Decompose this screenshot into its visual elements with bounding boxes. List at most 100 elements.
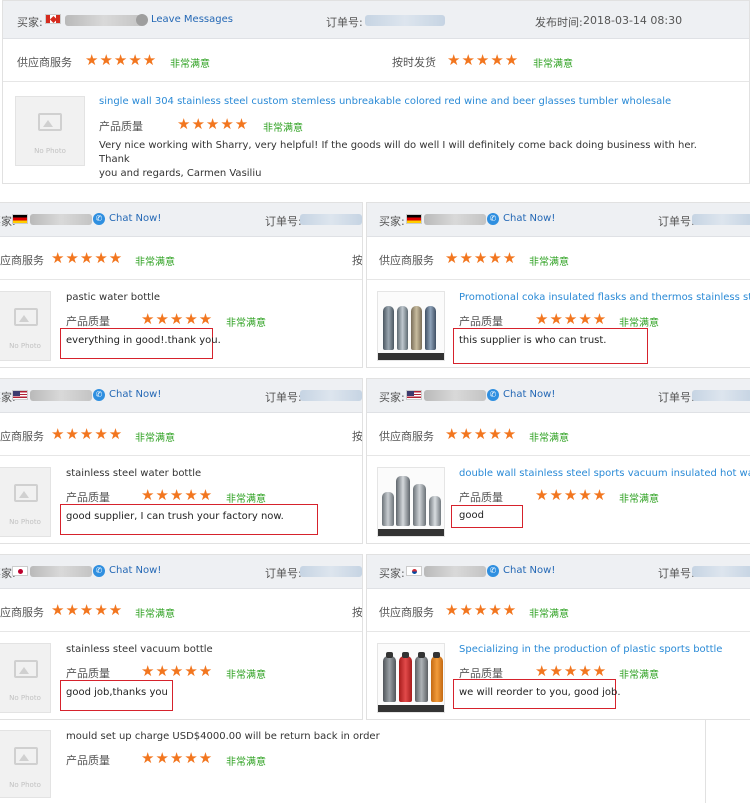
review-comment: good supplier, I can trush your factory … bbox=[66, 511, 284, 522]
order-number-masked bbox=[365, 15, 445, 26]
product-image-placeholder: No Photo bbox=[0, 291, 51, 361]
product-quality-rating: 非常满意 bbox=[263, 123, 303, 134]
product-name: stainless steel vacuum bottle bbox=[66, 644, 213, 655]
buyer-label: 买家: bbox=[379, 215, 405, 228]
supplier-service-stars: ★★★★★ bbox=[445, 601, 518, 619]
buyer-label: 买家: bbox=[379, 567, 405, 580]
product-quality-label: 产品质量 bbox=[66, 667, 110, 680]
flag-usa-icon bbox=[406, 390, 422, 400]
review-card-right-1: 买家: ✆ Chat Now! 订单号: 供应商服务 ★★★★★ 非常满意 Pr… bbox=[366, 202, 750, 368]
supplier-service-stars: ★★★★★ bbox=[51, 601, 124, 619]
review-card-left-3: 买家: ✆ Chat Now! 订单号: 应商服务 ★★★★★ 非常满意 按 N… bbox=[0, 554, 363, 720]
chat-icon[interactable]: ✆ bbox=[487, 389, 499, 401]
buyer-label: 买家: bbox=[17, 16, 43, 29]
no-photo-text: No Photo bbox=[9, 342, 41, 350]
supplier-service-label: 供应商服务 bbox=[379, 606, 434, 619]
buyer-name-masked bbox=[424, 566, 486, 577]
publish-time-label: 发布时间: bbox=[535, 16, 583, 29]
supplier-service-rating: 非常满意 bbox=[170, 59, 210, 70]
chat-icon[interactable]: ✆ bbox=[487, 565, 499, 577]
product-quality-rating: 非常满意 bbox=[226, 318, 266, 329]
supplier-service-label: 应商服务 bbox=[0, 606, 44, 619]
review-card-right-3: 买家: ✆ Chat Now! 订单号: 供应商服务 ★★★★★ 非常满意 Sp… bbox=[366, 554, 750, 720]
chat-now-link[interactable]: Chat Now! bbox=[109, 213, 161, 224]
product-quality-rating: 非常满意 bbox=[619, 494, 659, 505]
supplier-service-rating: 非常满意 bbox=[529, 609, 569, 620]
product-quality-stars: ★★★★★ bbox=[535, 310, 608, 328]
leave-messages-link[interactable]: Leave Messages bbox=[151, 14, 233, 25]
review-card-last: No Photo mould set up charge USD$4000.00… bbox=[0, 720, 706, 803]
supplier-service-label: 应商服务 bbox=[0, 254, 44, 267]
buyer-name-masked bbox=[65, 15, 143, 26]
chat-now-link[interactable]: Chat Now! bbox=[109, 565, 161, 576]
product-image-placeholder: No Photo bbox=[0, 643, 51, 713]
chat-icon[interactable]: ✆ bbox=[487, 213, 499, 225]
chat-icon[interactable]: ✆ bbox=[93, 565, 105, 577]
product-quality-label: 产品质量 bbox=[66, 754, 110, 767]
no-photo-text: No Photo bbox=[34, 147, 66, 155]
product-quality-rating: 非常满意 bbox=[226, 757, 266, 768]
product-quality-rating: 非常满意 bbox=[619, 670, 659, 681]
on-time-delivery-stars: ★★★★★ bbox=[447, 51, 520, 69]
flag-korea-icon bbox=[406, 566, 422, 576]
supplier-service-rating: 非常满意 bbox=[529, 257, 569, 268]
product-link[interactable]: Promotional coka insulated flasks and th… bbox=[459, 292, 750, 303]
feedback-page: 买家: Leave Messages 订单号: 发布时间: 2018-03-14… bbox=[0, 0, 750, 803]
product-quality-stars: ★★★★★ bbox=[535, 486, 608, 504]
product-quality-stars: ★★★★★ bbox=[141, 662, 214, 680]
product-quality-label: 产品质量 bbox=[99, 120, 143, 133]
product-name: mould set up charge USD$4000.00 will be … bbox=[66, 731, 380, 742]
buyer-label: 买家: bbox=[379, 391, 405, 404]
product-image-placeholder: No Photo bbox=[0, 467, 51, 537]
chat-now-link[interactable]: Chat Now! bbox=[503, 213, 555, 224]
order-number-label: 订单号: bbox=[658, 567, 695, 580]
product-image bbox=[377, 467, 445, 537]
review-comment: Very nice working with Sharry, very help… bbox=[99, 140, 697, 179]
avatar bbox=[136, 14, 148, 26]
chat-icon[interactable]: ✆ bbox=[93, 389, 105, 401]
review-comment: everything in good!.thank you. bbox=[66, 335, 221, 346]
chat-icon[interactable]: ✆ bbox=[93, 213, 105, 225]
on-time-delivery-label: 按 bbox=[352, 254, 363, 267]
supplier-service-stars: ★★★★★ bbox=[51, 249, 124, 267]
product-quality-label: 产品质量 bbox=[66, 491, 110, 504]
review-comment: we will reorder to you, good job. bbox=[459, 687, 621, 698]
supplier-service-stars: ★★★★★ bbox=[51, 425, 124, 443]
chat-now-link[interactable]: Chat Now! bbox=[503, 565, 555, 576]
product-quality-stars: ★★★★★ bbox=[535, 662, 608, 680]
product-link[interactable]: Specializing in the production of plasti… bbox=[459, 644, 722, 655]
review-card-left-1: 买家: ✆ Chat Now! 订单号: 应商服务 ★★★★★ 非常满意 按 N… bbox=[0, 202, 363, 368]
supplier-service-label: 供应商服务 bbox=[379, 430, 434, 443]
order-number-label: 订单号: bbox=[265, 215, 302, 228]
order-number-masked bbox=[300, 214, 362, 225]
order-number-label: 订单号: bbox=[658, 391, 695, 404]
product-quality-label: 产品质量 bbox=[459, 491, 503, 504]
order-number-masked bbox=[300, 390, 362, 401]
product-link[interactable]: single wall 304 stainless steel custom s… bbox=[99, 96, 671, 107]
order-number-masked bbox=[692, 214, 750, 225]
no-photo-text: No Photo bbox=[9, 781, 41, 789]
on-time-delivery-label: 按 bbox=[352, 606, 363, 619]
order-number-label: 订单号: bbox=[658, 215, 695, 228]
flag-germany-icon bbox=[12, 214, 28, 224]
chat-now-link[interactable]: Chat Now! bbox=[109, 389, 161, 400]
product-quality-rating: 非常满意 bbox=[226, 494, 266, 505]
buyer-name-masked bbox=[30, 566, 92, 577]
chat-now-link[interactable]: Chat Now! bbox=[503, 389, 555, 400]
supplier-service-label: 供应商服务 bbox=[379, 254, 434, 267]
flag-canada-icon bbox=[45, 14, 61, 24]
product-quality-stars: ★★★★★ bbox=[141, 310, 214, 328]
product-quality-label: 产品质量 bbox=[66, 315, 110, 328]
product-quality-stars: ★★★★★ bbox=[177, 115, 250, 133]
supplier-service-label: 供应商服务 bbox=[17, 56, 72, 69]
order-number-masked bbox=[692, 390, 750, 401]
comment-highlight-box bbox=[453, 328, 648, 364]
supplier-service-stars: ★★★★★ bbox=[445, 249, 518, 267]
supplier-service-stars: ★★★★★ bbox=[445, 425, 518, 443]
order-number-masked bbox=[692, 566, 750, 577]
review-comment: good bbox=[459, 510, 484, 521]
on-time-delivery-label: 按时发货 bbox=[392, 56, 436, 69]
product-image-placeholder: No Photo bbox=[0, 730, 51, 798]
product-link[interactable]: double wall stainless steel sports vacuu… bbox=[459, 468, 750, 479]
product-quality-label: 产品质量 bbox=[459, 315, 503, 328]
